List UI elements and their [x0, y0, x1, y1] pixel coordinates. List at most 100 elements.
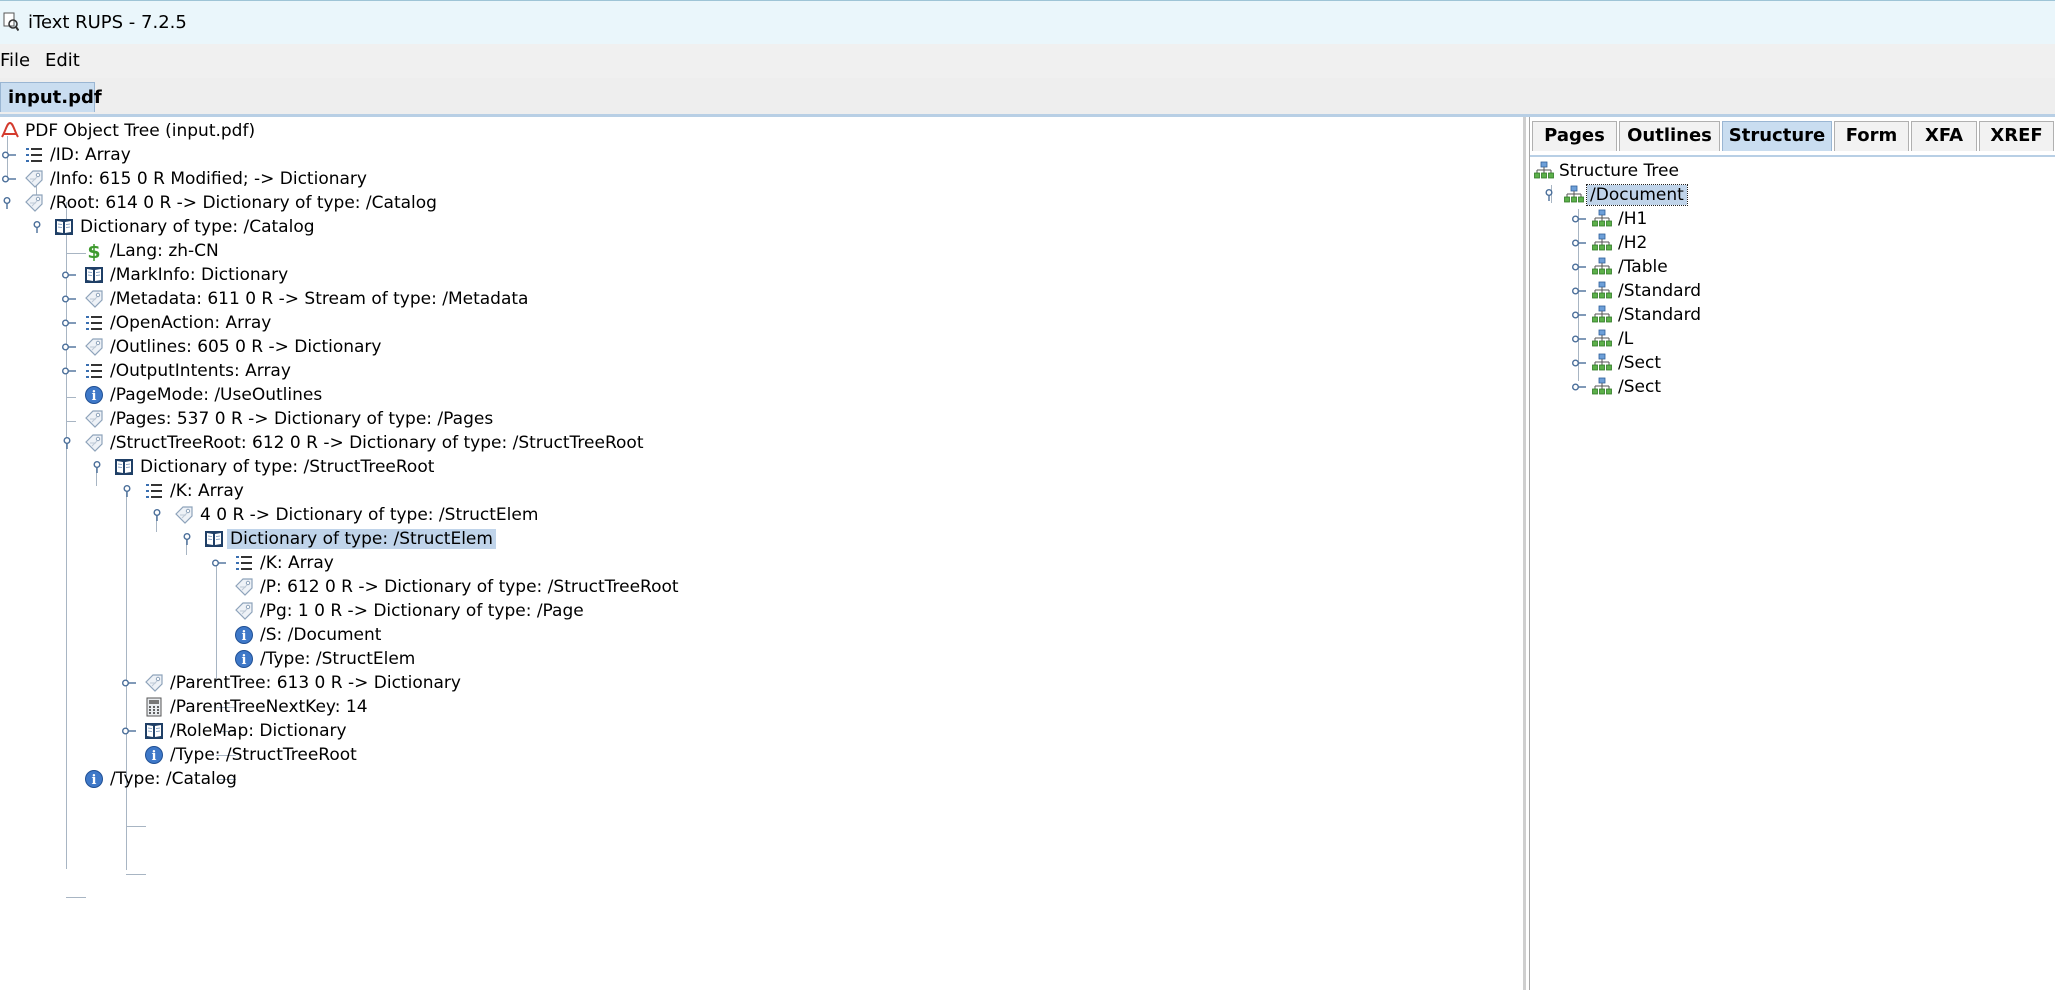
array-icon	[144, 481, 164, 501]
dictionary-book-icon	[84, 265, 104, 285]
tab-pages[interactable]: Pages	[1532, 121, 1617, 151]
structure-tree-root[interactable]: Structure Tree	[1534, 160, 1682, 182]
tree-node-structelem-type[interactable]: /Type: /StructElem	[210, 648, 418, 670]
tree-node-parenttree[interactable]: /ParentTree: 613 0 R -> Dictionary	[120, 672, 464, 694]
expand-toggle-icon[interactable]	[62, 317, 76, 329]
tree-node-structelem-pg[interactable]: /Pg: 1 0 R -> Dictionary of type: /Page	[210, 600, 587, 622]
array-icon	[84, 313, 104, 333]
pdf-icon	[0, 121, 20, 141]
expand-toggle-icon[interactable]	[1572, 333, 1586, 345]
tree-node-structelem-k[interactable]: /K: Array	[210, 552, 337, 574]
collapse-toggle-icon[interactable]	[92, 461, 106, 473]
structure-node-standard[interactable]: /Standard	[1572, 280, 1704, 302]
tab-xfa[interactable]: XFA	[1911, 121, 1977, 151]
collapse-toggle-icon[interactable]	[182, 533, 196, 545]
reference-icon	[84, 337, 104, 357]
tree-node-structtreeroot-dictionary[interactable]: Dictionary of type: /StructTreeRoot	[90, 456, 437, 478]
info-icon	[234, 625, 254, 645]
tree-node-structelem-p[interactable]: /P: 612 0 R -> Dictionary of type: /Stru…	[210, 576, 682, 598]
expand-toggle-icon[interactable]	[122, 677, 136, 689]
tree-node-id[interactable]: /ID: Array	[0, 144, 134, 166]
structure-node-sect[interactable]: /Sect	[1572, 352, 1664, 374]
tree-node-parenttreenextkey[interactable]: /ParentTreeNextKey: 14	[120, 696, 371, 718]
structure-element-icon	[1592, 353, 1612, 373]
document-tab-input-pdf[interactable]: input.pdf	[0, 82, 102, 112]
tree-node-markinfo[interactable]: /MarkInfo: Dictionary	[60, 264, 291, 286]
reference-icon	[84, 409, 104, 429]
title-bar: iText RUPS - 7.2.5	[0, 0, 2055, 45]
expand-toggle-icon[interactable]	[1572, 213, 1586, 225]
tree-node-pages[interactable]: /Pages: 537 0 R -> Dictionary of type: /…	[60, 408, 496, 430]
tab-form[interactable]: Form	[1834, 121, 1909, 151]
tree-node-openaction[interactable]: /OpenAction: Array	[60, 312, 274, 334]
array-icon	[24, 145, 44, 165]
tree-node-lang[interactable]: /Lang: zh-CN	[60, 240, 222, 262]
structure-element-icon	[1592, 257, 1612, 277]
reference-icon	[234, 601, 254, 621]
tree-node-catalog-type[interactable]: /Type: /Catalog	[60, 768, 240, 790]
tree-node-structtreeroot[interactable]: /StructTreeRoot: 612 0 R -> Dictionary o…	[60, 432, 646, 454]
collapse-toggle-icon[interactable]	[2, 197, 16, 209]
structure-node-standard[interactable]: /Standard	[1572, 304, 1704, 326]
tree-node-catalog-dictionary[interactable]: Dictionary of type: /Catalog	[30, 216, 318, 238]
number-calculator-icon	[144, 697, 164, 717]
menu-edit[interactable]: Edit	[45, 50, 80, 71]
structure-node-h2[interactable]: /H2	[1572, 232, 1650, 254]
tree-node-pagemode[interactable]: /PageMode: /UseOutlines	[60, 384, 325, 406]
expand-toggle-icon[interactable]	[2, 173, 16, 185]
expand-toggle-icon[interactable]	[122, 725, 136, 737]
structure-element-icon	[1564, 185, 1584, 205]
tree-node-k-array[interactable]: /K: Array	[120, 480, 247, 502]
tree-node-rolemap[interactable]: /RoleMap: Dictionary	[120, 720, 350, 742]
expand-toggle-icon[interactable]	[1572, 357, 1586, 369]
rups-app-icon	[3, 12, 19, 32]
expand-toggle-icon[interactable]	[2, 149, 16, 161]
collapse-toggle-icon[interactable]	[152, 509, 166, 521]
structure-node-h1[interactable]: /H1	[1572, 208, 1650, 230]
tree-node-ref-4[interactable]: 4 0 R -> Dictionary of type: /StructElem	[150, 504, 541, 526]
tree-node-info[interactable]: /Info: 615 0 R Modified; -> Dictionary	[0, 168, 370, 190]
tree-node-outlines[interactable]: /Outlines: 605 0 R -> Dictionary	[60, 336, 384, 358]
dictionary-book-icon	[114, 457, 134, 477]
collapse-toggle-icon[interactable]	[122, 485, 136, 497]
structure-panel: Pages Outlines Structure Form XFA XREF S…	[1529, 117, 2055, 990]
expand-toggle-icon[interactable]	[1572, 381, 1586, 393]
structure-element-icon	[1592, 329, 1612, 349]
structure-node-table[interactable]: /Table	[1572, 256, 1671, 278]
structure-node-document[interactable]: /Document	[1544, 184, 1688, 206]
tree-node-structelem-s[interactable]: /S: /Document	[210, 624, 384, 646]
menu-file[interactable]: File	[0, 50, 30, 71]
info-icon	[84, 385, 104, 405]
tree-node-root[interactable]: /Root: 614 0 R -> Dictionary of type: /C…	[0, 192, 440, 214]
tree-node-structtreeroot-type[interactable]: /Type: /StructTreeRoot	[120, 744, 360, 766]
info-icon	[234, 649, 254, 669]
structure-node-l[interactable]: /L	[1572, 328, 1636, 350]
expand-toggle-icon[interactable]	[62, 269, 76, 281]
expand-toggle-icon[interactable]	[212, 557, 226, 569]
tree-node-metadata[interactable]: /Metadata: 611 0 R -> Stream of type: /M…	[60, 288, 531, 310]
array-icon	[84, 361, 104, 381]
expand-toggle-icon[interactable]	[1572, 309, 1586, 321]
expand-toggle-icon[interactable]	[62, 293, 76, 305]
tab-outlines[interactable]: Outlines	[1619, 121, 1720, 151]
collapse-toggle-icon[interactable]	[1544, 189, 1558, 201]
menu-bar: File Edit	[0, 44, 2055, 78]
expand-toggle-icon[interactable]	[62, 341, 76, 353]
tree-root-pdf-object-tree[interactable]: PDF Object Tree (input.pdf)	[0, 120, 258, 142]
expand-toggle-icon[interactable]	[62, 365, 76, 377]
structure-element-icon	[1592, 305, 1612, 325]
tab-xref[interactable]: XREF	[1979, 121, 2054, 151]
structure-tree-icon	[1534, 161, 1554, 181]
expand-toggle-icon[interactable]	[1572, 261, 1586, 273]
document-tab-strip: input.pdf	[0, 78, 2055, 117]
tree-node-outputintents[interactable]: /OutputIntents: Array	[60, 360, 294, 382]
expand-toggle-icon[interactable]	[1572, 237, 1586, 249]
expand-toggle-icon[interactable]	[1572, 285, 1586, 297]
tree-node-structelem-dictionary[interactable]: Dictionary of type: /StructElem	[180, 528, 496, 550]
tab-structure[interactable]: Structure	[1722, 121, 1832, 151]
pdf-object-tree-panel[interactable]: PDF Object Tree (input.pdf) /ID: Array /…	[0, 117, 1526, 990]
collapse-toggle-icon[interactable]	[32, 221, 46, 233]
collapse-toggle-icon[interactable]	[62, 437, 76, 449]
structure-node-sect[interactable]: /Sect	[1572, 376, 1664, 398]
dictionary-book-icon	[54, 217, 74, 237]
